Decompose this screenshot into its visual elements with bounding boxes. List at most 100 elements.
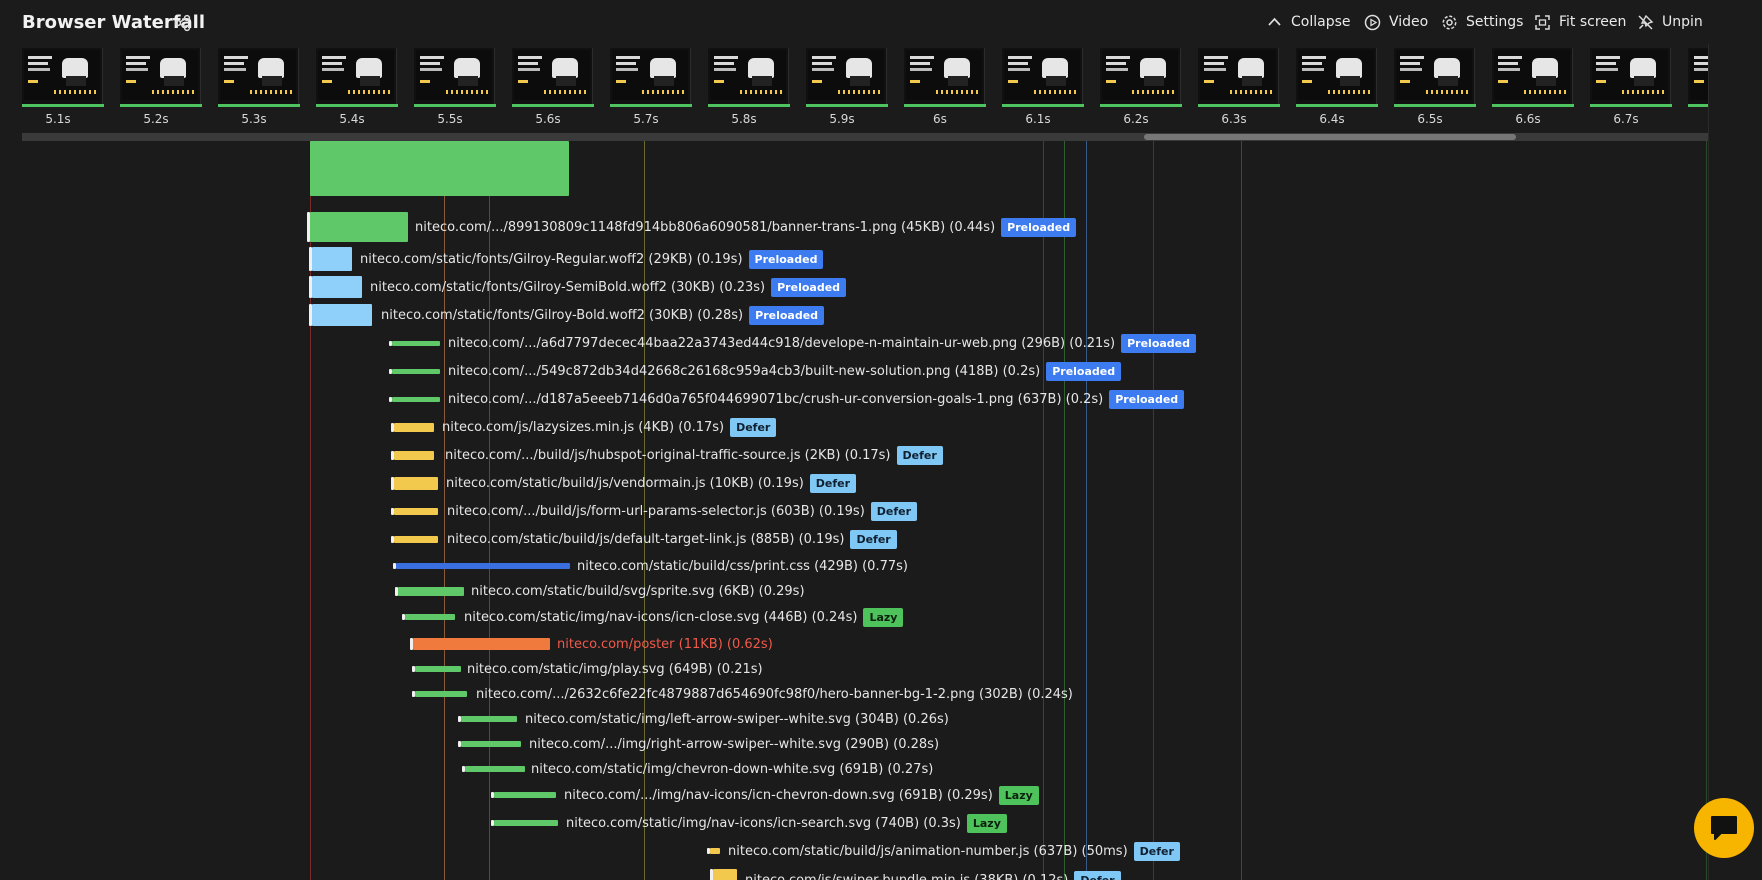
request-row[interactable]: niteco.com/static/fonts/Gilroy-Regular.w… bbox=[360, 247, 824, 271]
timeline-tick-label: 6.4s bbox=[1319, 112, 1345, 126]
filmstrip-frame[interactable] bbox=[610, 48, 692, 107]
frame-progress-bar bbox=[1394, 104, 1476, 107]
request-row[interactable]: niteco.com/static/img/nav-icons/icn-sear… bbox=[566, 811, 1007, 835]
request-bar[interactable] bbox=[310, 212, 408, 242]
defer-badge: Defer bbox=[1133, 841, 1180, 861]
filmstrip-frame[interactable] bbox=[512, 48, 594, 107]
request-row[interactable]: niteco.com/static/build/js/default-targe… bbox=[447, 527, 897, 551]
filmstrip[interactable]: 5.1s 5.2s 5.3s 5.4s 5.5s 5.6s 5.7s 5.8s 5.9s 6s 6.… bbox=[22, 48, 1708, 130]
filmstrip-frame[interactable] bbox=[1296, 48, 1378, 107]
request-bar[interactable] bbox=[713, 869, 737, 880]
request-bar[interactable] bbox=[461, 741, 521, 747]
unpin-label: Unpin bbox=[1662, 14, 1703, 30]
request-row[interactable]: niteco.com/static/build/svg/sprite.svg (… bbox=[471, 579, 805, 603]
request-bar[interactable] bbox=[465, 766, 525, 772]
request-bar[interactable] bbox=[461, 716, 517, 722]
request-row[interactable]: niteco.com/static/img/left-arrow-swiper-… bbox=[525, 707, 949, 731]
request-start-marker bbox=[307, 212, 310, 242]
settings-button[interactable]: Settings bbox=[1441, 12, 1523, 32]
filmstrip-frame[interactable] bbox=[414, 48, 496, 107]
frame-progress-bar bbox=[1492, 104, 1574, 107]
request-row[interactable]: niteco.com/.../build/js/form-url-params-… bbox=[447, 499, 918, 523]
defer-badge: Defer bbox=[896, 445, 943, 465]
unpin-button[interactable]: Unpin bbox=[1637, 12, 1703, 32]
timeline-tick-label: 5.4s bbox=[339, 112, 365, 126]
request-row[interactable]: niteco.com/.../build/js/hubspot-original… bbox=[445, 443, 943, 467]
request-bar[interactable] bbox=[392, 368, 440, 374]
request-url-label: niteco.com/static/img/chevron-down-white… bbox=[531, 761, 934, 777]
request-url-label: niteco.com/static/fonts/Gilroy-Bold.woff… bbox=[381, 307, 744, 323]
filmstrip-frame[interactable] bbox=[1002, 48, 1084, 107]
request-row[interactable]: niteco.com/.../2632c6fe22fc4879887d65469… bbox=[476, 682, 1073, 706]
timeline-tick-label: 6.1s bbox=[1025, 112, 1051, 126]
request-bar[interactable] bbox=[405, 614, 455, 620]
filmstrip-frame[interactable] bbox=[1100, 48, 1182, 107]
request-row[interactable]: niteco.com/static/img/play.svg (649B) (0… bbox=[467, 657, 763, 681]
page-screenshot-thumbnail bbox=[808, 50, 884, 100]
filmstrip-scrollbar-thumb[interactable] bbox=[1144, 134, 1516, 140]
request-bar[interactable] bbox=[710, 848, 720, 854]
request-bar[interactable] bbox=[494, 820, 558, 826]
request-row[interactable]: niteco.com/static/fonts/Gilroy-Bold.woff… bbox=[381, 303, 825, 327]
request-row[interactable]: niteco.com/static/img/chevron-down-white… bbox=[531, 757, 933, 781]
request-row[interactable]: niteco.com/.../d187a5eeeb7146d0a765f0446… bbox=[448, 387, 1185, 411]
request-row[interactable]: niteco.com/static/fonts/Gilroy-SemiBold.… bbox=[370, 275, 847, 299]
filmstrip-frame[interactable] bbox=[904, 48, 986, 107]
filmstrip-frame[interactable] bbox=[1688, 48, 1708, 107]
request-bar[interactable] bbox=[394, 507, 438, 515]
request-bar[interactable] bbox=[392, 340, 440, 346]
request-bar[interactable] bbox=[312, 304, 372, 326]
request-bar[interactable] bbox=[392, 396, 440, 402]
request-bar[interactable] bbox=[312, 276, 362, 298]
request-bar[interactable] bbox=[415, 691, 467, 697]
filmstrip-frame[interactable] bbox=[120, 48, 202, 107]
defer-badge: Defer bbox=[809, 473, 857, 493]
filmstrip-frame[interactable] bbox=[806, 48, 888, 107]
request-row[interactable]: niteco.com/poster (11KB) (0.62s) bbox=[557, 632, 773, 656]
request-bar[interactable] bbox=[394, 476, 438, 490]
fit-screen-button[interactable]: Fit screen bbox=[1534, 12, 1626, 32]
filmstrip-frame[interactable] bbox=[316, 48, 398, 107]
filmstrip-frame[interactable] bbox=[708, 48, 790, 107]
request-url-label: niteco.com/.../img/right-arrow-swiper--w… bbox=[529, 736, 940, 752]
filmstrip-frame[interactable] bbox=[22, 48, 104, 107]
request-bar[interactable] bbox=[394, 535, 438, 543]
chat-launcher-button[interactable] bbox=[1694, 798, 1754, 858]
filmstrip-frame[interactable] bbox=[1394, 48, 1476, 107]
timeline-tick-label: 6s bbox=[933, 112, 947, 126]
request-row[interactable]: niteco.com/.../img/nav-icons/icn-chevron… bbox=[564, 783, 1039, 807]
request-bar[interactable] bbox=[310, 141, 569, 196]
video-button[interactable]: Video bbox=[1364, 12, 1428, 32]
request-row[interactable]: niteco.com/.../899130809c1148fd914bb806a… bbox=[415, 215, 1077, 239]
request-bar[interactable] bbox=[413, 638, 550, 650]
request-bar[interactable] bbox=[398, 586, 464, 596]
frame-progress-bar bbox=[1296, 104, 1378, 107]
filmstrip-frame[interactable] bbox=[1198, 48, 1280, 107]
filmstrip-frame[interactable] bbox=[1590, 48, 1672, 107]
fit-screen-label: Fit screen bbox=[1559, 14, 1627, 30]
request-bar[interactable] bbox=[396, 563, 570, 569]
filmstrip-frame[interactable] bbox=[1492, 48, 1574, 107]
request-row[interactable]: niteco.com/js/swiper-bundle.min.js (38KB… bbox=[745, 868, 1121, 880]
request-row[interactable]: niteco.com/static/build/js/vendormain.js… bbox=[446, 471, 857, 495]
request-url-label: niteco.com/.../d187a5eeeb7146d0a765f0446… bbox=[448, 391, 1104, 407]
request-bar[interactable] bbox=[394, 450, 434, 460]
request-row[interactable]: niteco.com/static/build/js/animation-num… bbox=[728, 839, 1180, 863]
request-row[interactable]: niteco.com/static/img/nav-icons/icn-clos… bbox=[464, 605, 904, 629]
request-start-marker bbox=[391, 535, 394, 543]
collapse-button[interactable]: Collapse bbox=[1266, 12, 1351, 32]
request-bar[interactable] bbox=[415, 666, 461, 672]
request-row[interactable]: niteco.com/js/lazysizes.min.js (4KB) (0.… bbox=[442, 415, 777, 439]
page-screenshot-thumbnail bbox=[416, 50, 492, 100]
request-bar[interactable] bbox=[312, 247, 352, 271]
collapse-label: Collapse bbox=[1291, 14, 1351, 30]
request-row[interactable]: niteco.com/static/build/css/print.css (4… bbox=[577, 554, 908, 578]
request-start-marker bbox=[309, 304, 312, 326]
filmstrip-frame[interactable] bbox=[218, 48, 300, 107]
share-icon[interactable] bbox=[174, 14, 192, 32]
request-row[interactable]: niteco.com/.../549c872db34d42668c26168c9… bbox=[448, 359, 1122, 383]
request-row[interactable]: niteco.com/.../img/right-arrow-swiper--w… bbox=[529, 732, 939, 756]
request-bar[interactable] bbox=[494, 792, 556, 798]
request-bar[interactable] bbox=[394, 422, 434, 432]
request-row[interactable]: niteco.com/.../a6d7797decec44baa22a3743e… bbox=[448, 331, 1197, 355]
